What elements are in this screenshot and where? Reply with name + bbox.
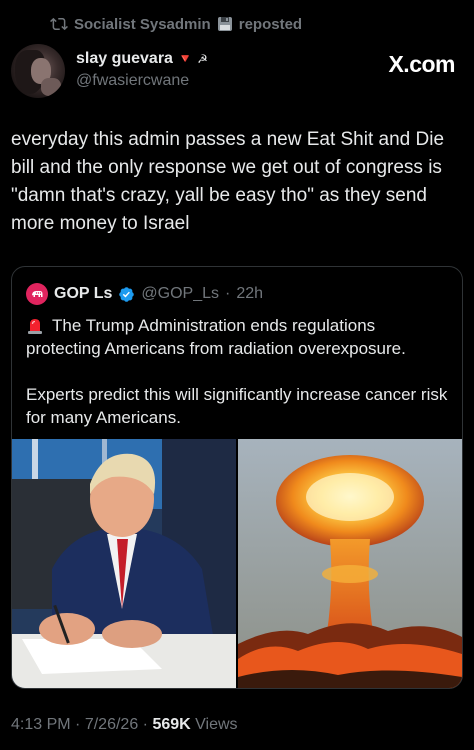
author-display-name[interactable]: slay guevara bbox=[76, 50, 173, 68]
quote-header: GOP Ls @GOP_Ls · 22h bbox=[26, 283, 263, 305]
footer-dot-2: · bbox=[142, 716, 153, 733]
author-handle[interactable]: @fwasiercwane bbox=[76, 72, 208, 90]
quote-author-name[interactable]: GOP Ls bbox=[54, 285, 112, 303]
mushroom-cloud-illustration bbox=[238, 439, 462, 688]
siren-icon bbox=[28, 319, 42, 334]
repost-label: reposted bbox=[238, 15, 303, 33]
elephant-icon bbox=[32, 291, 43, 297]
mushroom-cloud-photo[interactable] bbox=[238, 439, 462, 688]
quote-paragraph-1-text: The Trump Administration ends regulation… bbox=[26, 316, 406, 358]
post-date[interactable]: 7/26/26 bbox=[85, 716, 138, 733]
quote-handle[interactable]: @GOP_Ls bbox=[141, 285, 219, 303]
avatar-arm bbox=[41, 78, 61, 96]
verified-badge-icon bbox=[119, 286, 135, 302]
quote-media-grid bbox=[12, 439, 462, 688]
views-label: Views bbox=[195, 716, 238, 733]
repost-header[interactable]: Socialist Sysadmin reposted bbox=[50, 13, 302, 35]
hammer-sickle-icon: ☭ bbox=[197, 52, 208, 66]
display-name-row[interactable]: slay guevara 🔻 ☭ bbox=[76, 50, 208, 68]
reposter-name[interactable]: Socialist Sysadmin bbox=[74, 16, 211, 33]
views-count[interactable]: 569K bbox=[152, 716, 190, 733]
quote-paragraph-1: The Trump Administration ends regulation… bbox=[26, 314, 451, 360]
repost-icon bbox=[50, 17, 68, 31]
quote-dot-separator: · bbox=[225, 285, 231, 302]
gop-avatar[interactable] bbox=[26, 283, 48, 305]
quote-text: The Trump Administration ends regulation… bbox=[26, 314, 451, 429]
quote-paragraph-2: Experts predict this will significantly … bbox=[26, 385, 448, 427]
red-triangle-icon: 🔻 bbox=[176, 51, 194, 66]
post-footer: 4:13 PM · 7/26/26 · 569K Views bbox=[11, 716, 238, 734]
author-avatar[interactable] bbox=[11, 44, 65, 98]
quote-time[interactable]: 22h bbox=[236, 285, 263, 303]
post-text: everyday this admin passes a new Eat Shi… bbox=[11, 129, 445, 234]
post-time[interactable]: 4:13 PM bbox=[11, 716, 71, 733]
author-block: slay guevara 🔻 ☭ @fwasiercwane bbox=[76, 50, 208, 90]
footer-dot-1: · bbox=[75, 716, 85, 733]
floppy-disk-icon bbox=[217, 17, 232, 31]
x-logo[interactable]: X.com bbox=[388, 51, 455, 78]
quote-tweet-card[interactable]: GOP Ls @GOP_Ls · 22h The Trump Administr… bbox=[11, 266, 463, 689]
signing-illustration bbox=[12, 439, 236, 688]
man-signing-document-photo[interactable] bbox=[12, 439, 236, 688]
